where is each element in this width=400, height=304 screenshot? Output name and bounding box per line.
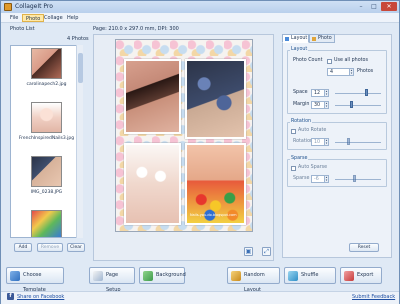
close-button[interactable]: ✕ bbox=[381, 2, 397, 11]
auto-sparse-label: Auto Sparse bbox=[298, 165, 328, 170]
collage-page[interactable]: Nails-you-do.blogspot.com bbox=[115, 39, 253, 232]
rotation-value: 10 bbox=[314, 140, 321, 145]
space-label: Space bbox=[293, 90, 308, 95]
clear-photos-button[interactable]: Clear bbox=[67, 243, 85, 252]
rotation-slider-thumb[interactable] bbox=[347, 138, 350, 145]
photo-count-stepper[interactable]: 4 ▴ ▾ bbox=[327, 68, 354, 76]
photo-list[interactable]: carolinapech2.jpg FrenchInspiredNails3.j… bbox=[10, 45, 83, 238]
rotation-stepper[interactable]: 10 ▴ ▾ bbox=[311, 138, 329, 146]
maximize-button[interactable]: □ bbox=[368, 2, 380, 11]
sparse-slider[interactable] bbox=[335, 179, 381, 180]
photo-count-label: Photo Count bbox=[293, 58, 323, 63]
tab-label: Layout bbox=[291, 36, 308, 41]
space-stepper[interactable]: 12 ▴ ▾ bbox=[311, 89, 329, 97]
collage-photo[interactable] bbox=[124, 59, 181, 134]
page-setup-button[interactable]: Page Setup bbox=[89, 267, 135, 293]
random-layout-button[interactable]: Random Layout bbox=[227, 267, 280, 293]
add-photo-button[interactable]: Add bbox=[14, 243, 32, 252]
fit-page-icon[interactable]: ▣ bbox=[244, 247, 253, 256]
page-setup-icon bbox=[93, 271, 103, 281]
shuffle-icon bbox=[288, 271, 298, 281]
background-icon bbox=[143, 271, 153, 281]
background-label: Background bbox=[156, 272, 186, 278]
app-window: CollageIt Pro – □ ✕ File Photo Collage H… bbox=[0, 0, 400, 304]
export-label: Export bbox=[357, 272, 374, 278]
facebook-icon[interactable]: f bbox=[7, 293, 14, 300]
photo-caption: IMG_0238.JPG bbox=[30, 190, 63, 195]
margin-slider-thumb[interactable] bbox=[350, 101, 353, 108]
template-icon bbox=[10, 271, 20, 281]
photo-caption: FrenchInspiredNails3.jpg bbox=[18, 136, 75, 141]
layout-group-label: Layout bbox=[290, 47, 309, 52]
choose-template-button[interactable]: Choose Template bbox=[6, 267, 64, 293]
photo-list-label: Photo List bbox=[10, 26, 35, 32]
remove-photo-button[interactable]: Remove bbox=[37, 243, 63, 252]
app-logo-icon bbox=[4, 3, 12, 11]
page-info: Page: 210.0 x 297.0 mm, DPI: 300 bbox=[93, 26, 179, 32]
stepper-arrows-icon[interactable]: ▴ ▾ bbox=[349, 69, 353, 75]
rotation-group bbox=[287, 122, 387, 150]
auto-sparse-checkbox[interactable] bbox=[291, 166, 296, 171]
tab-layout[interactable]: Layout bbox=[282, 34, 309, 43]
photo-thumbnail bbox=[31, 48, 62, 79]
menu-collage[interactable]: Collage bbox=[41, 14, 66, 22]
space-value: 12 bbox=[314, 91, 321, 96]
sparse-label: Sparse bbox=[293, 176, 310, 181]
photo-icon bbox=[312, 37, 316, 41]
photo-count: 4 Photos bbox=[67, 36, 89, 42]
stepper-arrows-icon[interactable]: ▴ ▾ bbox=[324, 102, 328, 108]
scrollbar-thumb[interactable] bbox=[78, 53, 83, 83]
margin-label: Margin bbox=[293, 102, 310, 107]
window-title: CollageIt Pro bbox=[15, 3, 53, 10]
photos-unit-label: Photos bbox=[357, 69, 374, 74]
photo-thumbnail bbox=[31, 102, 62, 133]
collage-photo[interactable] bbox=[124, 143, 181, 225]
stepper-arrows-icon[interactable]: ▴ ▾ bbox=[324, 90, 328, 96]
rotation-group-label: Rotation bbox=[290, 119, 313, 124]
collage-photo[interactable] bbox=[185, 59, 246, 139]
shuffle-label: Shuffle bbox=[301, 272, 319, 278]
shuffle-button[interactable]: Shuffle bbox=[284, 267, 336, 284]
margin-value: 30 bbox=[314, 103, 321, 108]
reset-button[interactable]: Reset bbox=[349, 243, 379, 252]
sparse-group bbox=[287, 159, 387, 187]
random-layout-icon bbox=[231, 271, 241, 281]
tab-label: Photo bbox=[318, 36, 332, 41]
rotation-slider[interactable] bbox=[335, 142, 381, 143]
margin-slider[interactable] bbox=[335, 105, 381, 106]
sparse-group-label: Sparse bbox=[290, 156, 309, 161]
margin-stepper[interactable]: 30 ▴ ▾ bbox=[311, 101, 329, 109]
export-icon bbox=[344, 271, 354, 281]
photo-caption: carolinapech2.jpg bbox=[26, 82, 67, 87]
photo-count-value: 4 bbox=[330, 70, 334, 75]
fullscreen-icon[interactable]: ⤢ bbox=[262, 247, 271, 256]
space-slider-thumb[interactable] bbox=[365, 89, 368, 96]
photo-list-scrollbar[interactable] bbox=[76, 45, 83, 238]
photo-thumbnail bbox=[31, 210, 62, 237]
use-all-photos-checkbox[interactable] bbox=[327, 59, 332, 64]
menu-help[interactable]: Help bbox=[64, 14, 81, 22]
sparse-stepper[interactable]: -6 ▴ ▾ bbox=[311, 175, 329, 183]
menu-bar: File Photo Collage Help bbox=[1, 13, 399, 23]
minimize-button[interactable]: – bbox=[355, 2, 367, 11]
stepper-arrows-icon[interactable]: ▴ ▾ bbox=[324, 176, 328, 182]
background-button[interactable]: Background bbox=[139, 267, 186, 284]
collage-watermark: Nails-you-do.blogspot.com bbox=[190, 213, 237, 217]
tab-photo[interactable]: Photo bbox=[309, 34, 335, 43]
export-button[interactable]: Export bbox=[340, 267, 382, 284]
auto-rotate-label: Auto Rotate bbox=[298, 128, 327, 133]
title-bar: CollageIt Pro – □ ✕ bbox=[1, 1, 399, 13]
photo-thumbnail bbox=[31, 156, 62, 187]
stepper-arrows-icon[interactable]: ▴ ▾ bbox=[324, 139, 328, 145]
sparse-value: -6 bbox=[314, 177, 319, 182]
use-all-photos-label: Use all photos bbox=[334, 58, 368, 63]
submit-feedback-link[interactable]: Submit Feedback bbox=[352, 294, 395, 300]
space-slider[interactable] bbox=[335, 93, 381, 94]
menu-file[interactable]: File bbox=[7, 14, 21, 22]
layout-icon bbox=[285, 37, 289, 41]
share-facebook-link[interactable]: Share on Facebook bbox=[17, 294, 64, 300]
sparse-slider-thumb[interactable] bbox=[353, 175, 356, 182]
auto-rotate-checkbox[interactable] bbox=[291, 129, 296, 134]
